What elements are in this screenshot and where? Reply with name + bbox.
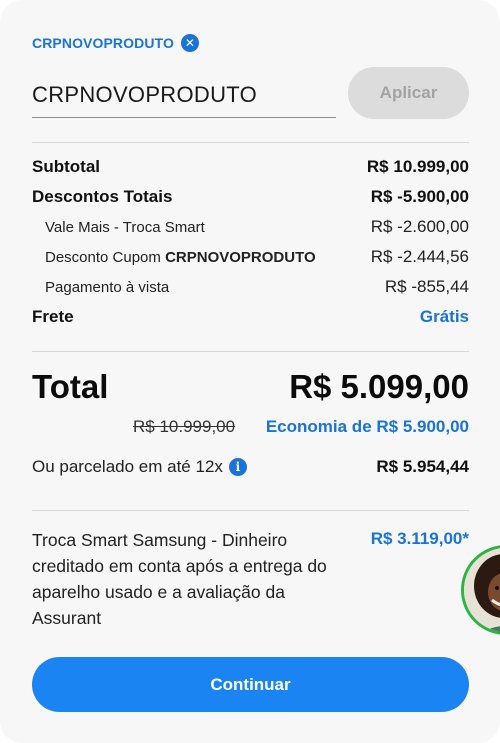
continue-button[interactable]: Continuar: [32, 657, 469, 712]
applied-coupon-chip: CRPNOVOPRODUTO ✕: [32, 34, 199, 52]
apply-coupon-button[interactable]: Aplicar: [348, 67, 469, 119]
discount-item-value: R$ -2.600,00: [370, 217, 469, 236]
subtotal-row: Subtotal R$ 10.999,00: [32, 157, 469, 177]
shipping-label: Frete: [32, 307, 74, 326]
trade-in-description: Troca Smart Samsung - Dinheiro creditado…: [32, 530, 327, 628]
coupon-discount-value: R$ -2.444,56: [370, 247, 469, 266]
person-avatar-icon: [464, 548, 500, 632]
cart-summary-card: CRPNOVOPRODUTO ✕ Aplicar Subtotal R$ 10.…: [0, 0, 500, 743]
coupon-discount-label: Desconto Cupom CRPNOVOPRODUTO: [32, 249, 316, 266]
cash-discount-value: R$ -855,44: [384, 277, 469, 296]
info-icon[interactable]: i: [228, 458, 247, 476]
discount-item-label: Vale Mais - Troca Smart: [45, 218, 205, 236]
installment-label-wrap: Ou parcelado em até 12x i: [32, 457, 247, 477]
chat-assistant-avatar[interactable]: [461, 545, 500, 635]
divider: [32, 351, 469, 352]
divider: [32, 142, 469, 143]
shipping-value: Grátis: [419, 307, 469, 326]
coupon-input[interactable]: [32, 68, 336, 118]
total-discounts-label: Descontos Totais: [32, 187, 173, 206]
discount-item-row: Desconto Cupom CRPNOVOPRODUTO R$ -2.444,…: [32, 247, 469, 267]
applied-coupon-code: CRPNOVOPRODUTO: [32, 35, 174, 51]
installment-value: R$ 5.954,44: [376, 457, 469, 476]
economy-text: Economia de R$ 5.900,00: [265, 417, 469, 436]
subtotal-label: Subtotal: [32, 157, 100, 176]
trade-in-value: R$ 3.119,00*: [370, 529, 469, 548]
total-label: Total: [32, 368, 109, 405]
cash-discount-label: Pagamento à vista: [45, 278, 170, 296]
total-discounts-row: Descontos Totais R$ -5.900,00: [32, 187, 469, 207]
discount-item-row: Vale Mais - Troca Smart R$ -2.600,00: [32, 217, 469, 237]
total-row: Total R$ 5.099,00: [32, 368, 469, 406]
coupon-discount-prefix: Desconto Cupom: [45, 248, 166, 266]
total-value: R$ 5.099,00: [289, 368, 469, 405]
subtotal-value: R$ 10.999,00: [366, 157, 469, 176]
total-discounts-value: R$ -5.900,00: [370, 187, 469, 206]
coupon-discount-code: CRPNOVOPRODUTO: [165, 248, 316, 266]
discount-item-row: Pagamento à vista R$ -855,44: [32, 277, 469, 297]
divider: [32, 510, 469, 511]
installment-label: Ou parcelado em até 12x: [32, 457, 223, 476]
installment-row: Ou parcelado em até 12x i R$ 5.954,44: [32, 457, 469, 477]
original-price: R$ 10.999,00: [133, 417, 236, 436]
remove-coupon-icon[interactable]: ✕: [180, 34, 199, 52]
shipping-row: Frete Grátis: [32, 307, 469, 327]
